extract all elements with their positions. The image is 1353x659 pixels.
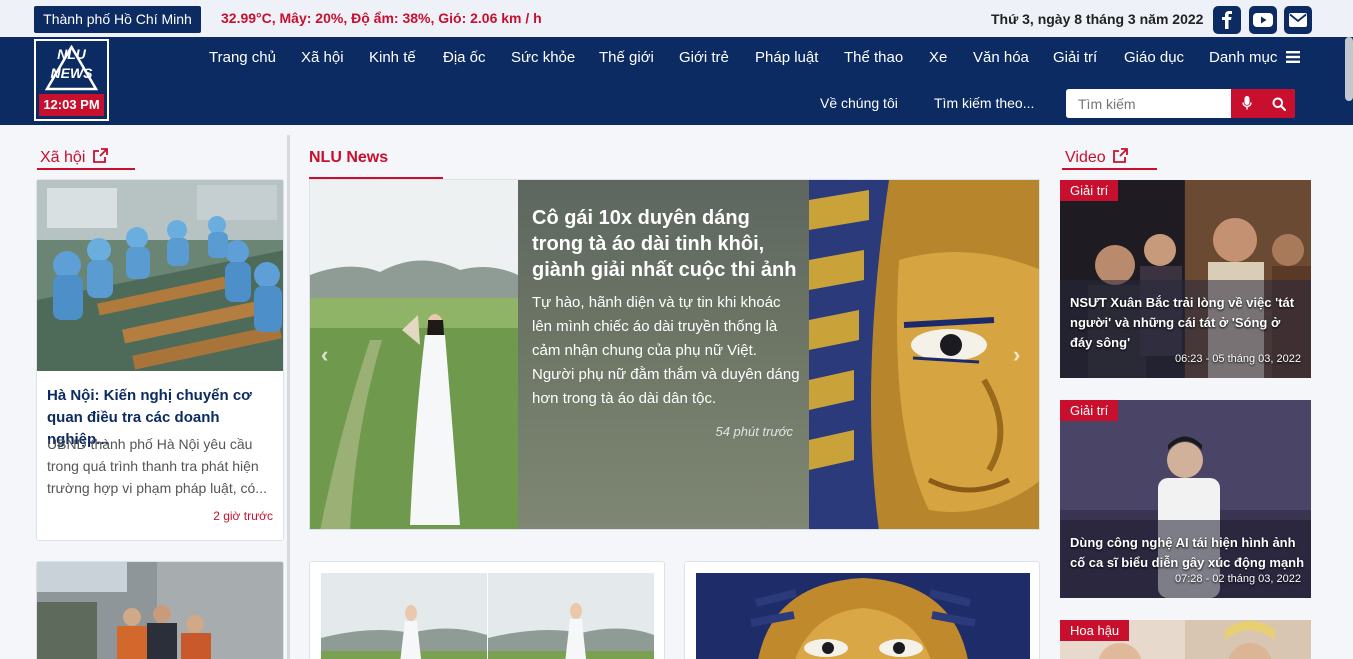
news-card-desc: UBND thành phố Hà Nội yêu cầu trong quá … (47, 436, 267, 496)
main-news-card-1-image (321, 573, 654, 659)
nav-item-danh-muc[interactable]: Danh mục (1209, 49, 1300, 67)
video-category-tag[interactable]: Giải trí (1060, 400, 1119, 421)
nav-item-trang-chu[interactable]: Trang chủ (209, 49, 276, 66)
search-input[interactable] (1066, 89, 1231, 118)
video-caption[interactable]: NSƯT Xuân Bắc trải lòng về việc 'tát ngư… (1070, 293, 1305, 353)
video-card[interactable]: Giải trí Dùng công nghệ AI tái hiện hình… (1060, 400, 1311, 598)
chevron-left-icon[interactable]: ‹ (321, 342, 328, 368)
nav-item-dia-oc[interactable]: Địa ốc (443, 49, 486, 66)
microphone-icon[interactable] (1231, 89, 1263, 118)
external-link-icon (92, 148, 108, 168)
nav-item-the-gioi[interactable]: Thế giới (599, 49, 654, 66)
section-heading-video-label: Video (1065, 149, 1106, 166)
nav-item-giai-tri[interactable]: Giải trí (1053, 49, 1097, 66)
slide-time: 54 phút trước (715, 424, 793, 439)
section-underline (37, 168, 135, 170)
video-card[interactable]: Giải trí NSƯT Xuân Bắc trải lòng về việc… (1060, 180, 1311, 378)
column-divider (287, 135, 290, 659)
mail-icon[interactable] (1284, 6, 1312, 34)
danh-muc-label: Danh mục (1209, 49, 1278, 66)
facebook-icon[interactable] (1213, 6, 1241, 34)
nav-item-the-thao[interactable]: Thể thao (844, 49, 903, 66)
current-date: Thứ 3, ngày 8 tháng 3 năm 2022 (991, 11, 1204, 27)
video-time: 06:23 - 05 tháng 03, 2022 (1175, 353, 1301, 365)
logo-clock: 12:03 PM (39, 94, 104, 116)
featured-slider[interactable]: Cô gái 10x duyên dáng trong tà áo dài ti… (309, 179, 1040, 530)
about-link[interactable]: Về chúng tôi (820, 95, 898, 111)
video-card[interactable]: Hoa hậu (1060, 620, 1311, 659)
nav-item-xa-hoi[interactable]: Xã hội (301, 49, 344, 66)
news-card-2-image (37, 562, 283, 659)
video-category-tag[interactable]: Giải trí (1060, 180, 1119, 201)
news-card-time: 2 giờ trước (213, 509, 273, 523)
news-card-2[interactable] (36, 561, 284, 659)
video-caption[interactable]: Dùng công nghệ AI tái hiện hình ảnh cố c… (1070, 533, 1305, 573)
slide-title[interactable]: Cô gái 10x duyên dáng trong tà áo dài ti… (532, 205, 797, 283)
youtube-icon[interactable] (1249, 6, 1277, 34)
main-news-card-2-image (696, 573, 1030, 659)
logo-line-1: NLU (57, 46, 86, 62)
section-heading-nlu-news[interactable]: NLU News (309, 149, 388, 167)
weather-info: 32.99°C, Mây: 20%, Độ ẩm: 38%, Gió: 2.06… (221, 10, 542, 26)
nav-item-xe[interactable]: Xe (929, 49, 947, 66)
nav-item-gioi-tre[interactable]: Giới trẻ (679, 49, 729, 66)
chevron-right-icon[interactable]: › (1013, 342, 1020, 368)
section-heading-video[interactable]: Video (1065, 148, 1128, 168)
video-category-tag[interactable]: Hoa hậu (1060, 620, 1130, 641)
nav-item-kinh-te[interactable]: Kinh tế (369, 49, 416, 66)
news-card[interactable]: Hà Nội: Kiến nghị chuyển cơ quan điều tr… (36, 179, 284, 541)
menu-icon (1285, 50, 1300, 67)
main-news-card-1[interactable] (309, 561, 665, 659)
top-bar: Thành phố Hồ Chí Minh 32.99°C, Mây: 20%,… (0, 0, 1353, 37)
video-time: 07:28 - 02 tháng 03, 2022 (1175, 573, 1301, 585)
search-box (1066, 89, 1295, 118)
city-selector[interactable]: Thành phố Hồ Chí Minh (34, 6, 201, 33)
search-icon[interactable] (1263, 89, 1295, 118)
section-heading-xa-hoi-label: Xã hội (40, 149, 86, 166)
search-by-link[interactable]: Tìm kiếm theo... (934, 95, 1034, 111)
nav-item-phap-luat[interactable]: Pháp luật (755, 49, 818, 66)
external-link-icon (1113, 148, 1128, 168)
logo-line-2: NEWS (50, 65, 93, 81)
main-header: NLU NEWS 12:03 PM Trang chủ Xã hội Kinh … (0, 37, 1353, 125)
nav-item-suc-khoe[interactable]: Sức khỏe (511, 49, 575, 66)
slide-description: Tự hào, hãnh diện và tự tin khi khoác lê… (532, 294, 800, 407)
nav-item-giao-duc[interactable]: Giáo dục (1124, 49, 1184, 66)
section-heading-xa-hoi[interactable]: Xã hội (40, 148, 108, 168)
nav-item-van-hoa[interactable]: Văn hóa (973, 49, 1029, 66)
site-logo[interactable]: NLU NEWS 12:03 PM (34, 39, 109, 121)
slide-image-ao-dai (310, 180, 518, 529)
main-news-card-2[interactable] (684, 561, 1040, 659)
news-card-image (37, 180, 283, 371)
page-scrollbar[interactable] (1345, 37, 1353, 101)
section-underline (1062, 168, 1157, 170)
slide-image-pharaoh (809, 180, 1039, 529)
logo-text: NLU NEWS (36, 47, 107, 81)
